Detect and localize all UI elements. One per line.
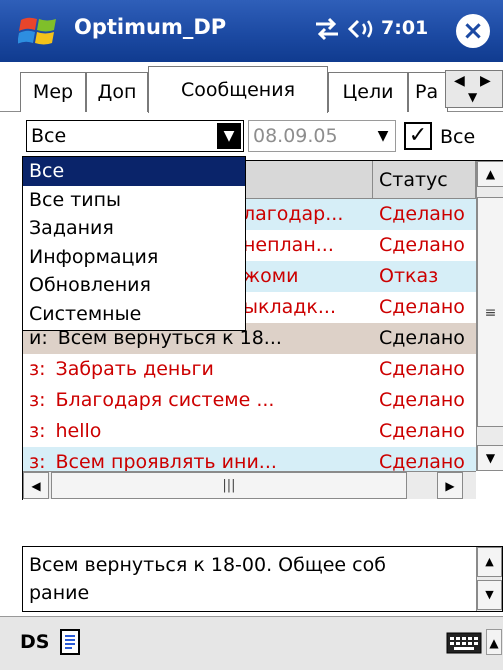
- tab-scroll-down-icon[interactable]: ▼: [468, 89, 477, 105]
- tab-ra[interactable]: Ра: [408, 72, 448, 112]
- status-cell: Сделано: [379, 234, 465, 256]
- dropdown-option[interactable]: Все типы: [23, 186, 245, 215]
- tab-mer[interactable]: Мер: [20, 72, 86, 112]
- ds-label[interactable]: DS: [20, 631, 49, 653]
- message-text: Забрать деньги: [55, 358, 214, 380]
- column-header-status[interactable]: Статус: [373, 161, 476, 199]
- document-icon[interactable]: [58, 629, 82, 655]
- table-row[interactable]: з: Забрать деньги Сделано: [23, 354, 476, 385]
- dropdown-option[interactable]: Информация: [23, 243, 245, 272]
- dropdown-option[interactable]: Обновления: [23, 271, 245, 300]
- status-cell: Сделано: [379, 203, 465, 225]
- date-picker[interactable]: 08.09.05 ▼: [248, 120, 396, 152]
- tab-dop[interactable]: Доп: [86, 72, 148, 112]
- tab-goals[interactable]: Цели: [328, 72, 408, 112]
- grid-horizontal-scrollbar[interactable]: ◀ ||| ▶: [23, 471, 476, 499]
- tab-bar: Мер Доп Сообщения Цели Ра ◀ ▶ ▼: [0, 62, 503, 113]
- scroll-thumb[interactable]: ≡: [477, 197, 503, 427]
- table-row[interactable]: з: Благодаря системе ... Сделано: [23, 385, 476, 416]
- tab-scroll-buttons[interactable]: ◀ ▶ ▼: [445, 70, 503, 108]
- chevron-down-icon[interactable]: ▼: [373, 122, 393, 150]
- message-type-prefix: з:: [29, 451, 46, 473]
- message-text: Благодаря системе ...: [55, 389, 275, 411]
- scroll-down-icon[interactable]: ▼: [477, 580, 502, 610]
- message-cell: з: hello: [29, 416, 375, 447]
- all-checkbox[interactable]: ✓: [404, 122, 432, 150]
- message-cell: з: Благодаря системе ...: [29, 385, 375, 416]
- status-cell: Отказ: [379, 265, 439, 287]
- chevron-down-icon[interactable]: ▼: [217, 123, 241, 149]
- message-detail[interactable]: Всем вернуться к 18-00. Общее соб рание …: [22, 546, 503, 612]
- message-cell: з: Забрать деньги: [29, 354, 375, 385]
- table-row[interactable]: з: hello Сделано: [23, 416, 476, 447]
- windows-start-icon[interactable]: [18, 14, 60, 48]
- keyboard-icon[interactable]: [446, 631, 482, 655]
- scroll-down-icon[interactable]: ▼: [477, 445, 503, 471]
- message-text: Всем проявлять ини...: [55, 451, 277, 473]
- scroll-up-icon[interactable]: ▲: [477, 547, 502, 577]
- grid-vertical-scrollbar[interactable]: ▲ ≡ ▼: [476, 161, 503, 471]
- scroll-left-icon[interactable]: ◀: [23, 472, 49, 499]
- scroll-right-icon[interactable]: ▶: [437, 472, 463, 499]
- type-filter-dropdown: Все Все типы Задания Информация Обновлен…: [22, 156, 246, 331]
- filter-row: Все ▼ 08.09.05 ▼ ✓ Все: [0, 112, 503, 160]
- speaker-icon[interactable]: [346, 16, 376, 42]
- chevron-up-icon[interactable]: ▲: [486, 629, 502, 655]
- all-checkbox-label: Все: [440, 126, 476, 148]
- status-cell: Сделано: [379, 389, 465, 411]
- dropdown-option[interactable]: Задания: [23, 214, 245, 243]
- status-cell: Сделано: [379, 327, 465, 349]
- message-type-prefix: з:: [29, 420, 46, 442]
- bottom-bar: DS ▲: [0, 616, 503, 670]
- date-value: 08.09.05: [253, 125, 338, 147]
- message-text: hello: [55, 420, 102, 442]
- message-type-prefix: з:: [29, 358, 46, 380]
- status-cell: Сделано: [379, 296, 465, 318]
- status-cell: Сделано: [379, 358, 465, 380]
- type-filter-select[interactable]: Все ▼: [26, 120, 244, 152]
- message-detail-text: Всем вернуться к 18-00. Общее соб рание: [29, 554, 386, 604]
- tab-scroll-right-icon[interactable]: ▶: [480, 73, 491, 89]
- horizontal-scroll-thumb[interactable]: |||: [51, 472, 407, 499]
- dropdown-option[interactable]: Системные: [23, 300, 245, 329]
- title-bar: Optimum_DP 7:01 ×: [0, 0, 503, 62]
- tab-scroll-left-icon[interactable]: ◀: [454, 73, 465, 89]
- scroll-up-icon[interactable]: ▲: [477, 161, 503, 187]
- status-cell: Сделано: [379, 420, 465, 442]
- app-title: Optimum_DP: [74, 15, 227, 39]
- message-type-prefix: з:: [29, 389, 46, 411]
- tab-messages[interactable]: Сообщения: [148, 66, 328, 113]
- close-icon[interactable]: ×: [456, 14, 490, 48]
- sync-icon[interactable]: [312, 16, 342, 42]
- dropdown-option[interactable]: Все: [23, 157, 245, 186]
- clock[interactable]: 7:01: [381, 17, 428, 39]
- type-filter-value: Все: [31, 125, 67, 147]
- detail-scrollbar[interactable]: ▲ ▼: [476, 547, 502, 611]
